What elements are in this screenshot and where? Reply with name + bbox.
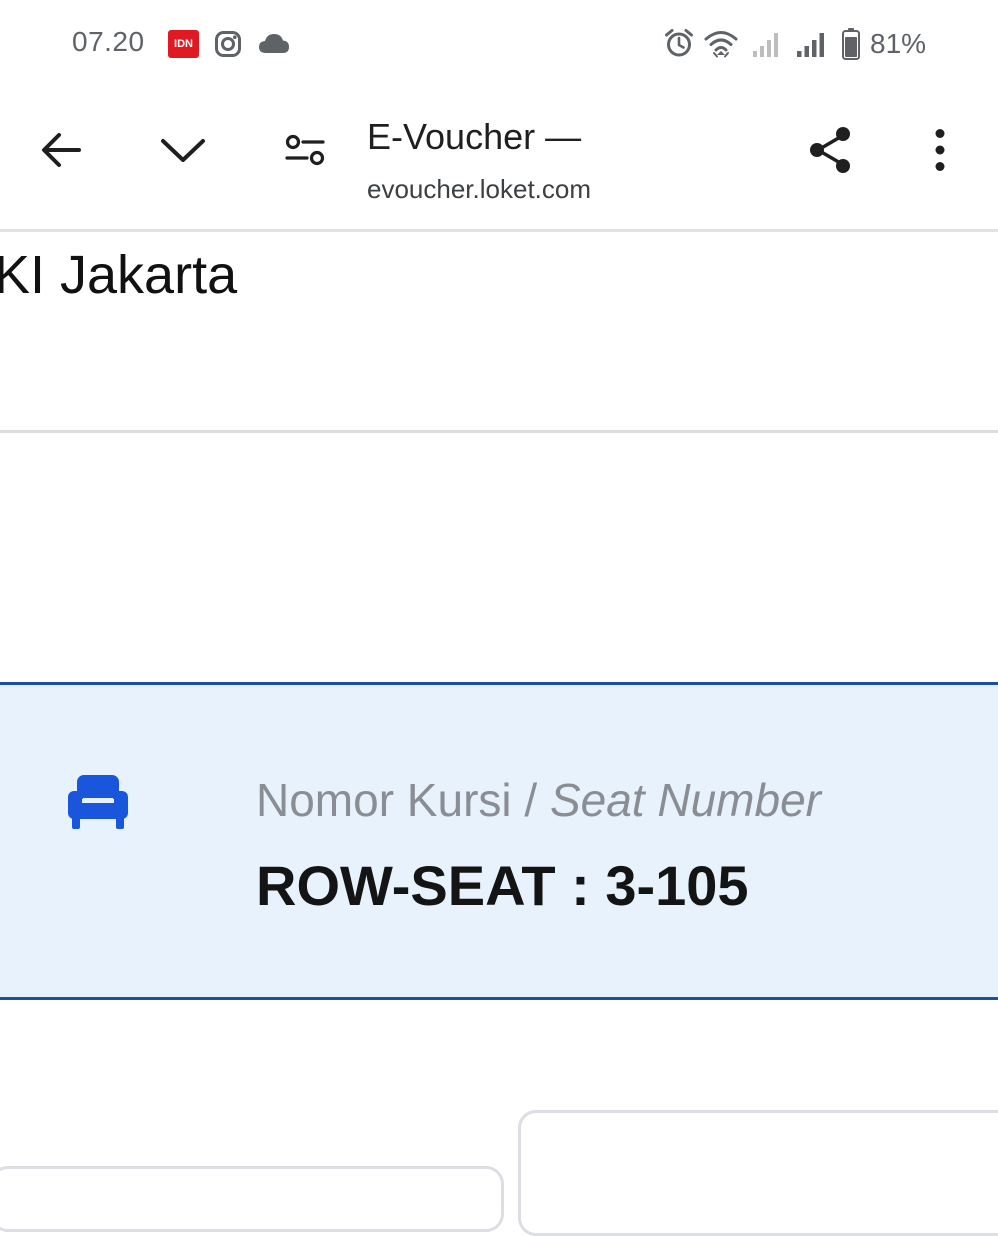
status-bar: 07.20 IDN 81% [0, 0, 998, 90]
seat-label-separator: / [511, 774, 550, 826]
event-location: KI Jakarta [0, 245, 238, 305]
back-arrow-icon [42, 133, 81, 167]
seat-number-panel: Nomor Kursi / Seat Number ROW-SEAT : 3-1… [0, 682, 998, 1000]
seat-number-label: Nomor Kursi / Seat Number [256, 773, 821, 827]
page-info-button[interactable] [275, 120, 335, 180]
tune-icon [285, 134, 325, 166]
info-card-right [518, 1110, 998, 1236]
seat-number-value: ROW-SEAT : 3-105 [256, 854, 749, 917]
seat-label-indonesian: Nomor Kursi [256, 774, 512, 826]
idn-app-icon: IDN [168, 30, 199, 58]
share-button[interactable] [800, 120, 860, 180]
seat-label-english: Seat Number [549, 774, 821, 826]
info-card-left [0, 1166, 504, 1232]
section-divider [0, 430, 998, 433]
wifi-icon [704, 31, 738, 58]
more-options-button[interactable] [910, 120, 970, 180]
share-icon [810, 127, 850, 173]
page-title: E-Voucher — [367, 116, 582, 157]
instagram-icon [215, 31, 241, 57]
back-button[interactable] [31, 120, 91, 180]
chevron-down-icon [161, 139, 205, 162]
minimize-button[interactable] [153, 120, 213, 180]
toolbar-divider [0, 229, 998, 232]
armchair-icon [68, 775, 128, 829]
more-vert-icon [935, 129, 945, 171]
signal-sim2-icon [797, 33, 824, 57]
page-url[interactable]: evoucher.loket.com [367, 174, 591, 205]
battery-percentage: 81% [870, 28, 927, 59]
custom-tab-toolbar: E-Voucher — evoucher.loket.com [0, 90, 998, 230]
status-time: 07.20 [72, 26, 145, 57]
alarm-icon [665, 29, 693, 57]
cloud-icon [259, 34, 289, 53]
battery-icon [842, 28, 860, 60]
signal-sim1-icon [753, 33, 778, 57]
